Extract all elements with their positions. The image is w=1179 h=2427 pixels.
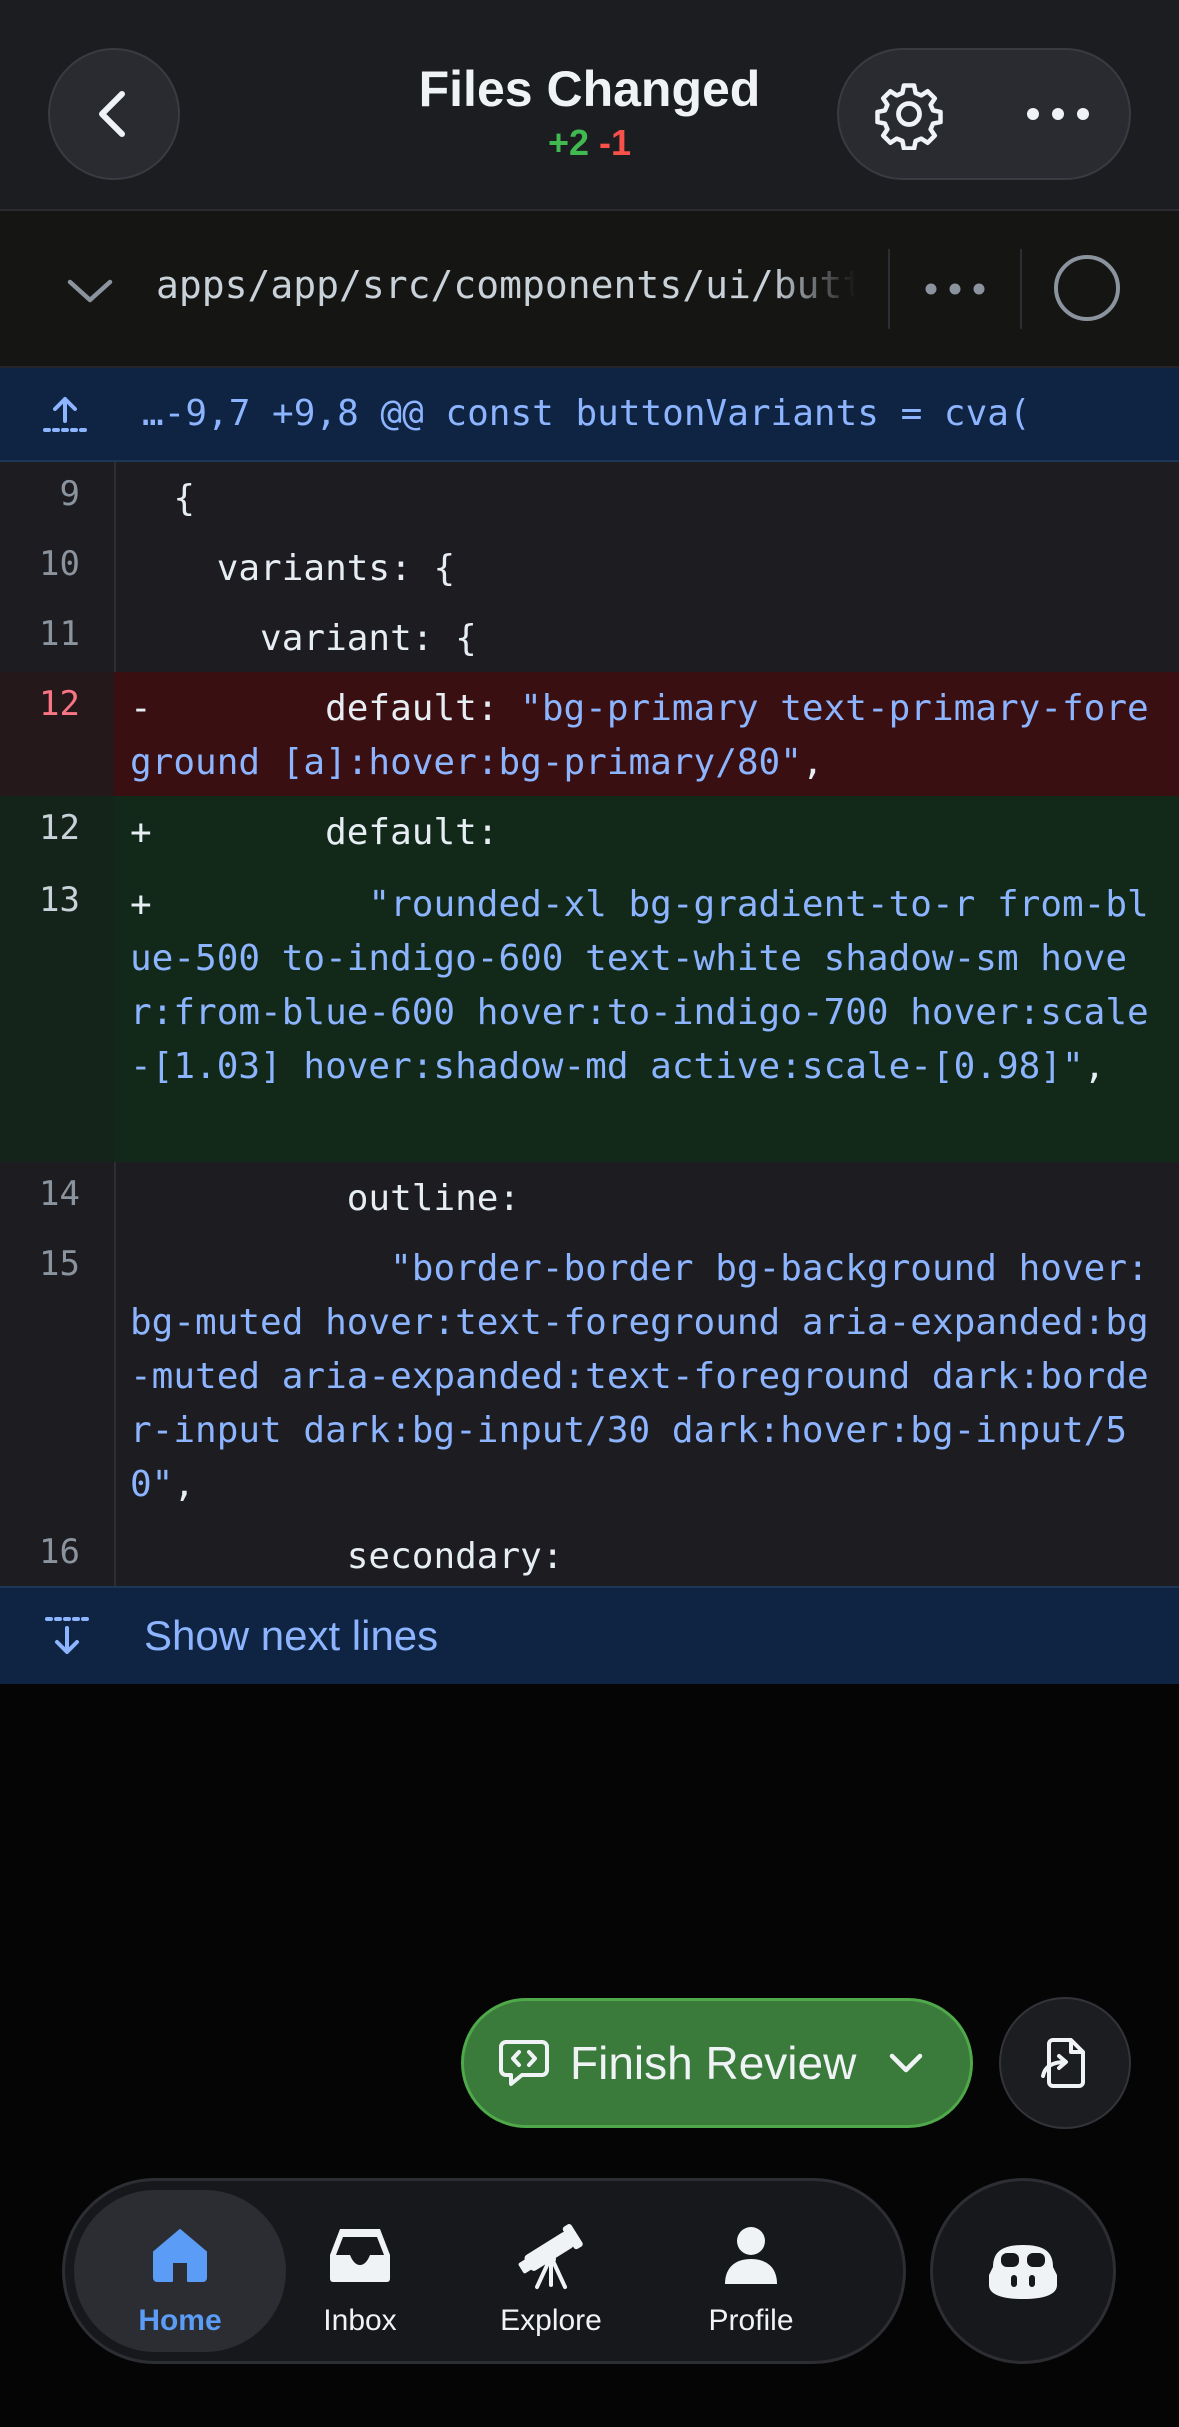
line-number: 15 [39, 1244, 80, 1284]
diff-line: 10 variants: { [0, 532, 1179, 602]
file-options-button[interactable] [905, 251, 1005, 327]
inbox-tray-icon [330, 2229, 390, 2282]
tab-bar: Home Inbox Explore Profile [62, 2178, 906, 2364]
copilot-icon [989, 2245, 1057, 2299]
settings-button[interactable] [839, 50, 979, 178]
expand-up-button[interactable] [38, 390, 92, 440]
line-number: 12 [39, 808, 80, 848]
code-text: variants: { [130, 548, 456, 589]
code-punct: , [173, 1464, 196, 1505]
line-number: 11 [39, 614, 80, 654]
copilot-button[interactable] [930, 2178, 1116, 2364]
tab-label: Home [138, 2304, 222, 2337]
diff-line: 9 { [0, 462, 1179, 532]
code-key: default: [151, 812, 499, 853]
finish-review-button[interactable]: Finish Review [461, 1998, 973, 2128]
show-next-label: Show next lines [144, 1612, 439, 1659]
gear-icon [875, 83, 943, 150]
added-line: 13 + "rounded-xl bg-gradient-to-r from-b… [0, 868, 1179, 1162]
diff-line: 14 outline: [0, 1162, 1179, 1232]
tab-label: Inbox [323, 2304, 397, 2337]
line-number: 14 [39, 1174, 80, 1214]
divider [1020, 249, 1022, 329]
diff-prefix: - [130, 688, 152, 729]
tab-explore[interactable]: Explore [460, 2190, 642, 2352]
file-arrow-icon [1041, 2038, 1085, 2088]
code-string: "rounded-xl bg-gradient-to-r from-blue-5… [130, 884, 1149, 1087]
diff-line: 15 "border-border bg-background hover:bg… [0, 1232, 1179, 1520]
line-number: 16 [39, 1532, 80, 1572]
telescope-icon [518, 2224, 583, 2289]
code-text: + "rounded-xl bg-gradient-to-r from-blue… [130, 878, 1170, 1094]
header-bar: Files Changed +2 -1 [0, 0, 1179, 211]
line-number: 10 [39, 544, 80, 584]
divider [888, 249, 890, 329]
code-text: + default: [130, 806, 1170, 860]
file-jump-button[interactable] [999, 1997, 1131, 2129]
comment-code-icon [499, 2040, 549, 2086]
tab-inbox[interactable]: Inbox [282, 2190, 438, 2352]
header-actions-group [837, 48, 1131, 180]
diff-view: 9 { 10 variants: { 11 variant: { 12 - de… [0, 462, 1179, 1586]
file-header: apps/app/src/components/ui/button.tsx [0, 211, 1179, 368]
code-text: variant: { [130, 618, 477, 659]
diff-prefix: + [130, 884, 152, 925]
line-number: 9 [59, 474, 80, 514]
chevron-down-icon [67, 279, 113, 303]
collapse-file-button[interactable] [60, 261, 120, 321]
house-icon [153, 2229, 207, 2282]
tab-profile[interactable]: Profile [665, 2190, 837, 2352]
ellipsis-icon [1027, 108, 1089, 120]
mark-viewed-toggle[interactable] [1054, 255, 1120, 321]
file-path[interactable]: apps/app/src/components/ui/button.tsx [156, 263, 856, 307]
code-punct: , [1083, 1046, 1106, 1087]
expand-down-icon [40, 1610, 94, 1662]
tab-home[interactable]: Home [74, 2190, 286, 2352]
expand-up-icon [43, 397, 87, 432]
line-number: 12 [39, 684, 80, 724]
diff-line: 11 variant: { [0, 602, 1179, 672]
code-key: default: [151, 688, 521, 729]
person-icon [725, 2227, 777, 2284]
code-text: secondary: [130, 1536, 564, 1577]
show-next-lines-button[interactable]: Show next lines [0, 1586, 1179, 1684]
code-text: - default: "bg-primary text-primary-fore… [130, 682, 1170, 790]
code-text: { [130, 478, 196, 519]
finish-review-label: Finish Review [570, 2037, 857, 2089]
more-options-button[interactable] [987, 50, 1129, 178]
chevron-down-icon [890, 2053, 923, 2073]
line-number: 13 [39, 880, 80, 920]
hunk-header-text: …-9,7 +9,8 @@ const buttonVariants = cva… [142, 393, 1031, 434]
ellipsis-icon [925, 283, 985, 295]
added-line: 12 + default: [0, 796, 1179, 868]
tab-label: Profile [708, 2304, 794, 2337]
deletions-count: -1 [599, 122, 632, 163]
hunk-header: …-9,7 +9,8 @@ const buttonVariants = cva… [0, 368, 1179, 462]
tab-label: Explore [500, 2304, 602, 2337]
deleted-line: 12 - default: "bg-primary text-primary-f… [0, 672, 1179, 796]
code-punct: , [801, 742, 824, 783]
diff-line: 16 secondary: [0, 1520, 1179, 1586]
code-text: "border-border bg-background hover:bg-mu… [130, 1242, 1170, 1512]
diff-prefix: + [130, 812, 152, 853]
code-text: outline: [130, 1178, 521, 1219]
additions-count: +2 [547, 122, 589, 163]
code-string: "border-border bg-background hover:bg-mu… [130, 1248, 1149, 1505]
